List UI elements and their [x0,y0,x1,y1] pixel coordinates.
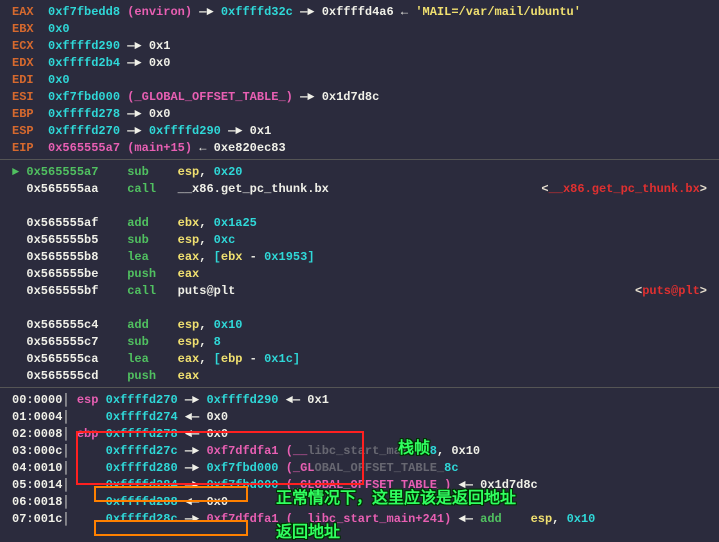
register-line: EIP 0x565555a7 (main+15) ← 0xe820ec83 [0,140,719,157]
disasm-line: 0x565555bf call puts@plt<puts@plt> [0,283,719,300]
disasm-line: ► 0x565555a7 sub esp, 0x20 [0,164,719,181]
stack-line: 04:0010│ 0xffffd280 —► 0xf7fbd000 (_GLOB… [0,460,719,477]
register-line: EAX 0xf7fbedd8 (environ) —► 0xffffd32c —… [0,4,719,21]
registers-panel: EAX 0xf7fbedd8 (environ) —► 0xffffd32c —… [0,4,719,157]
stack-line: 06:0018│ 0xffffd288 ◄— 0x0 [0,494,719,511]
stack-line: 02:0008│ ebp 0xffffd278 ◄— 0x0 [0,426,719,443]
stack-line: 00:0000│ esp 0xffffd270 —► 0xffffd290 ◄—… [0,392,719,409]
stack-line: 01:0004│ 0xffffd274 ◄— 0x0 [0,409,719,426]
stack-line: 07:001c│ 0xffffd28c —► 0xf7dfdfa1 (__lib… [0,511,719,528]
stack-line: 03:000c│ 0xffffd27c —► 0xf7dfdfa1 (__lib… [0,443,719,460]
register-line: EBX 0x0 [0,21,719,38]
disasm-line: 0x565555b5 sub esp, 0xc [0,232,719,249]
stack-panel: 00:0000│ esp 0xffffd270 —► 0xffffd290 ◄—… [0,392,719,528]
separator [0,159,719,160]
register-line: ESI 0xf7fbd000 (_GLOBAL_OFFSET_TABLE_) —… [0,89,719,106]
register-line: EDI 0x0 [0,72,719,89]
register-line: EBP 0xffffd278 —► 0x0 [0,106,719,123]
stack-line: 05:0014│ 0xffffd284 —► 0xf7fbd000 (_GLOB… [0,477,719,494]
separator [0,387,719,388]
disasm-line: 0x565555ca lea eax, [ebp - 0x1c] [0,351,719,368]
disasm-line: 0x565555af add ebx, 0x1a25 [0,215,719,232]
register-line: ESP 0xffffd270 —► 0xffffd290 —► 0x1 [0,123,719,140]
disassembly-panel: ► 0x565555a7 sub esp, 0x20 0x565555aa ca… [0,164,719,385]
disasm-line [0,198,719,215]
register-line: ECX 0xffffd290 —► 0x1 [0,38,719,55]
disasm-line: 0x565555c7 sub esp, 8 [0,334,719,351]
disasm-line [0,300,719,317]
disasm-line: 0x565555aa call __x86.get_pc_thunk.bx<__… [0,181,719,198]
disasm-line: 0x565555be push eax [0,266,719,283]
disasm-line: 0x565555c4 add esp, 0x10 [0,317,719,334]
disasm-line: 0x565555b8 lea eax, [ebx - 0x1953] [0,249,719,266]
register-line: EDX 0xffffd2b4 —► 0x0 [0,55,719,72]
disasm-line: 0x565555cd push eax [0,368,719,385]
